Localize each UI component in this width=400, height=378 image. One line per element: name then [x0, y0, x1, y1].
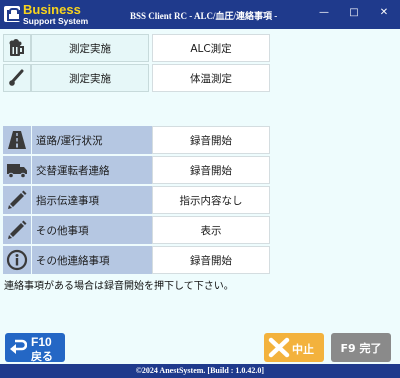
pencil-icon	[3, 186, 31, 214]
thermometer-icon	[3, 64, 31, 92]
measurement-row-alc: 測定実施	[3, 34, 149, 62]
stop-label: 中止	[292, 343, 314, 356]
road-status-record-button[interactable]: 録音開始	[152, 126, 270, 154]
temperature-measure-button[interactable]: 体温測定	[152, 64, 270, 92]
logo-main-text: Business	[23, 2, 81, 17]
item-row-relief-driver: 交替運転者連絡	[3, 156, 152, 184]
app-logo: Business Support System	[4, 3, 88, 26]
item-row-instructions: 指示伝達事項	[3, 186, 152, 214]
measurement-label: 測定実施	[31, 34, 149, 62]
title-bar: Business Support System BSS Client RC - …	[0, 0, 400, 29]
alc-measure-button[interactable]: ALC測定	[152, 34, 270, 62]
done-label: F9 完了	[340, 342, 382, 355]
footer-build-info: ©2024 AnestSystem. [Build : 1.0.42.0]	[0, 364, 400, 378]
back-key-label: F10	[31, 335, 52, 349]
item-label: 交替運転者連絡	[31, 156, 152, 184]
back-button[interactable]: F10 戻る	[5, 333, 65, 363]
other-contacts-record-button[interactable]: 録音開始	[152, 246, 270, 274]
measurement-label: 測定実施	[31, 64, 149, 92]
other-matters-show-button[interactable]: 表示	[152, 216, 270, 244]
truck-icon	[3, 156, 31, 184]
maximize-button[interactable]: □	[342, 4, 366, 22]
close-button[interactable]: ✕	[372, 4, 396, 22]
stop-button[interactable]: 中止	[264, 333, 324, 362]
relief-driver-record-button[interactable]: 録音開始	[152, 156, 270, 184]
done-button[interactable]: F9 完了	[331, 333, 391, 362]
road-icon	[3, 126, 31, 154]
window-title: BSS Client RC - ALC/血圧/連絡事項 -	[130, 11, 278, 21]
item-row-road-status: 道路/運行状況	[3, 126, 152, 154]
item-label: その他連絡事項	[31, 246, 152, 274]
pencil-icon	[3, 216, 31, 244]
beer-mug-icon	[3, 34, 31, 62]
item-label: 指示伝達事項	[31, 186, 152, 214]
item-row-other-matters: その他事項	[3, 216, 152, 244]
logo-sub-text: Support System	[23, 16, 89, 26]
instructions-button[interactable]: 指示内容なし	[152, 186, 270, 214]
item-label: 道路/運行状況	[31, 126, 152, 154]
logo-bag-icon	[4, 6, 21, 23]
cross-icon	[268, 337, 290, 358]
item-row-other-contacts: その他連絡事項	[3, 246, 152, 274]
instruction-message: 連絡事項がある場合は録音開始を押下して下さい。	[4, 281, 234, 292]
item-label: その他事項	[31, 216, 152, 244]
measurement-row-temperature: 測定実施	[3, 64, 149, 92]
return-arrow-icon	[10, 339, 27, 354]
back-label: 戻る	[31, 350, 53, 363]
minimize-button[interactable]: —	[312, 4, 336, 22]
info-icon	[3, 246, 31, 274]
